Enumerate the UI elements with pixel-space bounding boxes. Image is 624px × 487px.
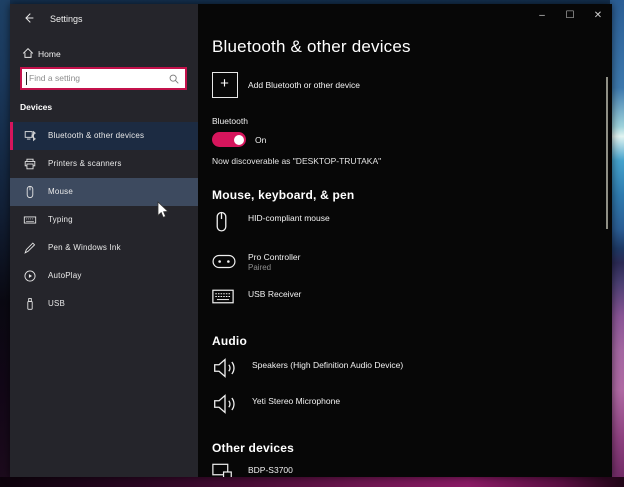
mouse-cursor [157,201,170,220]
sidebar-item-label: Mouse [48,187,74,196]
sidebar-item-label: Typing [48,215,73,224]
sidebar-home-label: Home [38,49,61,59]
titlebar-left: Settings [10,4,198,36]
device-row-yeti-microphone[interactable]: Yeti Stereo Microphone [212,392,592,418]
speaker-icon [214,394,235,414]
device-name: Pro Controller [248,252,301,262]
device-row-speakers[interactable]: Speakers (High Definition Audio Device) [212,356,592,382]
printer-icon [24,158,36,170]
keyboard-icon [23,216,37,224]
maximize-button[interactable]: ☐ [556,4,584,30]
sidebar-item-autoplay[interactable]: AutoPlay [10,262,198,290]
main-content: – ☐ ✕ Bluetooth & other devices + Add Bl… [198,4,612,477]
sidebar-item-bluetooth[interactable]: Bluetooth & other devices [10,122,198,150]
search-input[interactable]: Find a setting [20,67,187,90]
minimize-button[interactable]: – [528,4,556,30]
sidebar-item-label: Pen & Windows Ink [48,243,121,252]
sidebar-item-label: Bluetooth & other devices [48,131,145,140]
speaker-icon [214,358,235,378]
sidebar-item-label: Printers & scanners [48,159,122,168]
bluetooth-toggle[interactable] [212,132,246,147]
device-name: HID-compliant mouse [248,213,330,223]
device-row-hid-mouse[interactable]: HID-compliant mouse [212,211,592,235]
bluetooth-devices-icon [24,130,36,142]
search-icon[interactable] [168,73,180,85]
pen-icon [24,242,36,254]
device-status: Paired [248,263,272,272]
back-button[interactable] [22,11,40,29]
sidebar-nav: Bluetooth & other devices Printers & sca… [10,122,198,318]
device-row-pro-controller[interactable]: Pro Controller Paired [212,250,592,276]
section-title-audio: Audio [212,334,247,348]
desktop-wallpaper-bottom [0,477,624,487]
sidebar-item-label: AutoPlay [48,271,82,280]
autoplay-icon [24,270,36,282]
mouse-icon [216,211,227,232]
sidebar-item-usb[interactable]: USB [10,290,198,318]
section-title-other-devices: Other devices [212,441,294,455]
settings-window: Settings Home Find a setting Devices Blu… [10,4,612,477]
desktop-wallpaper-left [0,0,10,487]
add-device-button[interactable]: + Add Bluetooth or other device [212,72,532,99]
page-title: Bluetooth & other devices [212,37,411,56]
gamepad-icon [212,254,236,269]
device-row-bdp-s3700[interactable]: BDP-S3700 [212,463,592,477]
device-name: USB Receiver [248,289,302,299]
mouse-icon [26,185,34,199]
home-icon [22,47,34,58]
device-name: Yeti Stereo Microphone [252,396,341,406]
device-name: Speakers (High Definition Audio Device) [252,360,404,370]
sidebar-item-label: USB [48,299,66,308]
desktop: Settings Home Find a setting Devices Blu… [0,0,624,487]
scrollbar[interactable] [606,77,608,229]
search-placeholder: Find a setting [29,73,81,83]
toggle-state-label: On [255,135,267,145]
device-name: BDP-S3700 [248,465,293,475]
sidebar-item-printers[interactable]: Printers & scanners [10,150,198,178]
media-player-icon [212,463,232,477]
window-title: Settings [50,14,83,24]
plus-icon: + [212,72,238,98]
close-button[interactable]: ✕ [584,4,612,30]
text-caret [26,72,27,85]
sidebar: Settings Home Find a setting Devices Blu… [10,4,198,477]
toggle-knob [233,134,244,145]
desktop-wallpaper-right [610,0,624,487]
sidebar-item-pen[interactable]: Pen & Windows Ink [10,234,198,262]
back-arrow-icon [25,13,34,23]
discoverable-text: Now discoverable as "DESKTOP-TRUTAKA" [212,156,382,166]
keyboard-icon [212,289,234,304]
device-row-usb-receiver[interactable]: USB Receiver [212,287,592,311]
sidebar-section-label: Devices [20,102,53,112]
usb-icon [27,298,33,310]
sidebar-item-home[interactable]: Home [10,42,198,66]
window-controls: – ☐ ✕ [528,4,612,30]
section-title-mouse-keyboard-pen: Mouse, keyboard, & pen [212,188,355,202]
selection-accent-bar [10,122,13,150]
bluetooth-label: Bluetooth [212,116,248,126]
add-device-label: Add Bluetooth or other device [248,80,360,90]
